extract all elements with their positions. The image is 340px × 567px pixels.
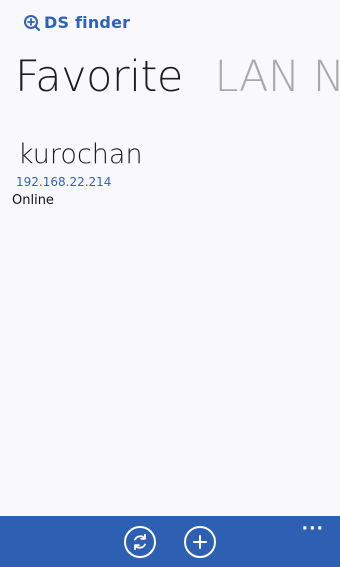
device-name[interactable]: kurochan bbox=[18, 139, 312, 170]
pivot-headers: Favorite LAN N bbox=[15, 56, 340, 99]
tab-favorite[interactable]: Favorite bbox=[15, 56, 183, 99]
device-list-item[interactable]: kurochan 192.168.22.214 Online bbox=[12, 139, 312, 209]
device-status: Online bbox=[12, 193, 54, 209]
add-button[interactable] bbox=[184, 526, 216, 558]
app-title: DS finder bbox=[44, 13, 131, 32]
tab-lan[interactable]: LAN N bbox=[215, 56, 340, 99]
app-header: DS finder bbox=[23, 12, 130, 34]
add-icon bbox=[193, 535, 207, 549]
device-ip[interactable]: 192.168.22.214 bbox=[16, 175, 312, 189]
sync-icon bbox=[134, 533, 146, 551]
app-bar: ··· bbox=[0, 516, 340, 567]
sync-button[interactable] bbox=[124, 526, 156, 558]
search-logo-icon bbox=[23, 14, 41, 32]
more-options-icon[interactable]: ··· bbox=[302, 521, 324, 538]
